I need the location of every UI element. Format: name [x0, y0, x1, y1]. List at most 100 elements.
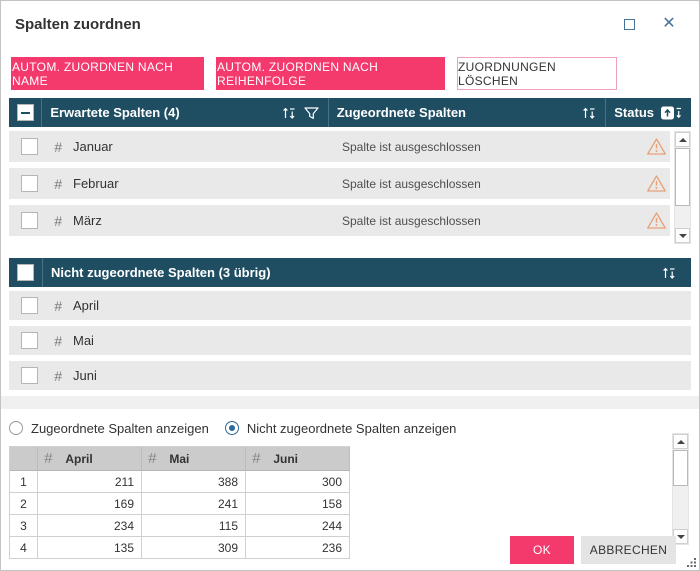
scrollbar-thumb[interactable]	[675, 148, 690, 206]
dialog-title: Spalten zuordnen	[15, 15, 141, 33]
column-header-mapped[interactable]: Zugeordnete Spalten	[327, 98, 606, 127]
resize-grip[interactable]	[686, 557, 697, 568]
unmapped-columns-header-label: Nicht zugeordnete Spalten (3 übrig)	[51, 265, 271, 280]
close-button[interactable]: ✕	[661, 16, 677, 32]
radio-show-mapped[interactable]	[9, 421, 23, 435]
row-checkbox[interactable]	[21, 175, 38, 192]
select-all-checkbox[interactable]	[17, 264, 34, 281]
preview-data-row: 4 135 309 236	[10, 537, 350, 559]
row-checkbox[interactable]	[21, 297, 38, 314]
unmapped-column-name: Mai	[73, 333, 94, 348]
select-all-checkbox[interactable]	[16, 104, 34, 121]
triangle-up-icon	[676, 439, 685, 444]
expected-row-maerz[interactable]: # März Spalte ist ausgeschlossen	[9, 205, 670, 236]
select-all-checkbox-cell	[9, 258, 43, 287]
unmapped-row-mai[interactable]: # Mai	[9, 326, 691, 355]
sort-icon[interactable]	[661, 265, 683, 281]
scrollbar-thumb[interactable]	[673, 450, 688, 486]
row-checkbox[interactable]	[21, 212, 38, 229]
mapped-status-text: Spalte ist ausgeschlossen	[342, 213, 481, 228]
triangle-up-icon	[678, 137, 687, 142]
sort-ascending-applied-icon[interactable]	[660, 105, 683, 121]
preview-cell: 388	[142, 471, 246, 493]
number-type-icon: #	[54, 332, 62, 349]
mapped-columns-header-label: Zugeordnete Spalten	[336, 105, 466, 120]
preview-cell: 309	[142, 537, 246, 559]
unmapped-row-juni[interactable]: # Juni	[9, 361, 691, 390]
column-header-status[interactable]: Status	[605, 98, 691, 127]
preview-cell: 115	[142, 515, 246, 537]
row-checkbox[interactable]	[21, 332, 38, 349]
clear-mappings-button[interactable]: ZUORDNUNGEN LÖSCHEN	[457, 57, 617, 90]
column-header-expected[interactable]: Erwartete Spalten (4)	[42, 98, 327, 127]
row-checkbox[interactable]	[21, 367, 38, 384]
preview-cell: 169	[38, 493, 142, 515]
preview-cell: 241	[142, 493, 246, 515]
expected-column-name: März	[73, 213, 102, 228]
preview-cell: 236	[246, 537, 350, 559]
maximize-icon	[623, 18, 635, 30]
scroll-down-button[interactable]	[675, 228, 690, 243]
toolbar: AUTOM. ZUORDNEN NACH NAME AUTOM. ZUORDNE…	[11, 57, 689, 90]
row-checkbox[interactable]	[21, 138, 38, 155]
number-type-icon: #	[54, 138, 62, 155]
mapped-status-text: Spalte ist ausgeschlossen	[342, 139, 481, 154]
ok-button[interactable]: OK	[510, 536, 574, 564]
column-header-unmapped[interactable]: Nicht zugeordnete Spalten (3 übrig)	[43, 258, 691, 287]
radio-show-unmapped[interactable]	[224, 421, 239, 435]
map-columns-dialog: Spalten zuordnen ✕ AUTOM. ZUORDNEN NACH …	[0, 0, 700, 571]
mapped-status-text: Spalte ist ausgeschlossen	[342, 176, 481, 191]
number-type-icon: #	[252, 450, 261, 467]
data-preview-table: # April # Mai # Juni 1 211 388 300 2 169…	[9, 446, 350, 559]
cancel-button[interactable]: ABBRECHEN	[581, 536, 676, 564]
scroll-up-button[interactable]	[673, 434, 688, 449]
row-number-header-cell	[10, 447, 38, 471]
preview-cell: 211	[38, 471, 142, 493]
unmapped-row-april[interactable]: # April	[9, 291, 691, 320]
radio-show-unmapped-label[interactable]: Nicht zugeordnete Spalten anzeigen	[247, 421, 457, 436]
expected-column-name: Januar	[73, 139, 113, 154]
select-all-checkbox-cell	[9, 98, 43, 127]
preview-data-row: 3 234 115 244	[10, 515, 350, 537]
preview-cell: 158	[246, 493, 350, 515]
unmapped-grid-header: Nicht zugeordnete Spalten (3 übrig)	[9, 258, 691, 287]
row-number-cell: 3	[10, 515, 38, 537]
close-icon: ✕	[662, 15, 676, 32]
expected-row-februar[interactable]: # Februar Spalte ist ausgeschlossen	[9, 168, 670, 199]
number-type-icon: #	[54, 212, 62, 229]
number-type-icon: #	[54, 297, 62, 314]
preview-cell: 300	[246, 471, 350, 493]
unmapped-rows: # April # Mai # Juni	[9, 291, 691, 390]
expected-columns-grid: Erwartete Spalten (4) Zugeordnete Spalte…	[9, 98, 691, 244]
title-bar: Spalten zuordnen ✕	[1, 1, 699, 47]
number-type-icon: #	[54, 367, 62, 384]
unmapped-columns-grid: Nicht zugeordnete Spalten (3 übrig) # Ap…	[9, 258, 691, 390]
unmapped-column-name: April	[73, 298, 100, 313]
auto-map-by-name-button[interactable]: AUTOM. ZUORDNEN NACH NAME	[11, 57, 204, 90]
expected-columns-header-label: Erwartete Spalten (4)	[50, 105, 180, 120]
radio-show-mapped-label[interactable]: Zugeordnete Spalten anzeigen	[31, 421, 209, 436]
expected-grid-header: Erwartete Spalten (4) Zugeordnete Spalte…	[9, 98, 691, 127]
sort-icon[interactable]	[281, 105, 297, 121]
filter-icon[interactable]	[303, 105, 320, 121]
sort-icon[interactable]	[581, 105, 597, 121]
warning-icon	[646, 174, 667, 193]
expected-grid-scrollbar[interactable]	[674, 131, 691, 244]
preview-data-row: 2 169 241 158	[10, 493, 350, 515]
preview-mode-radios: Zugeordnete Spalten anzeigen Nicht zugeo…	[1, 418, 699, 438]
preview-header-april: # April	[38, 447, 142, 471]
maximize-button[interactable]	[621, 16, 637, 32]
expected-rows: # Januar Spalte ist ausgeschlossen # Feb…	[9, 131, 670, 244]
preview-header-mai: # Mai	[142, 447, 246, 471]
triangle-down-icon	[676, 534, 685, 539]
preview-header-row: # April # Mai # Juni	[10, 447, 350, 471]
number-type-icon: #	[148, 450, 157, 467]
auto-map-by-order-button[interactable]: AUTOM. ZUORDNEN NACH REIHENFOLGE	[216, 57, 445, 90]
row-number-cell: 2	[10, 493, 38, 515]
preview-scrollbar[interactable]	[672, 433, 689, 545]
preview-cell: 244	[246, 515, 350, 537]
expected-row-januar[interactable]: # Januar Spalte ist ausgeschlossen	[9, 131, 670, 162]
scroll-up-button[interactable]	[675, 132, 690, 147]
separator-band	[1, 396, 699, 409]
expected-column-name: Februar	[73, 176, 119, 191]
